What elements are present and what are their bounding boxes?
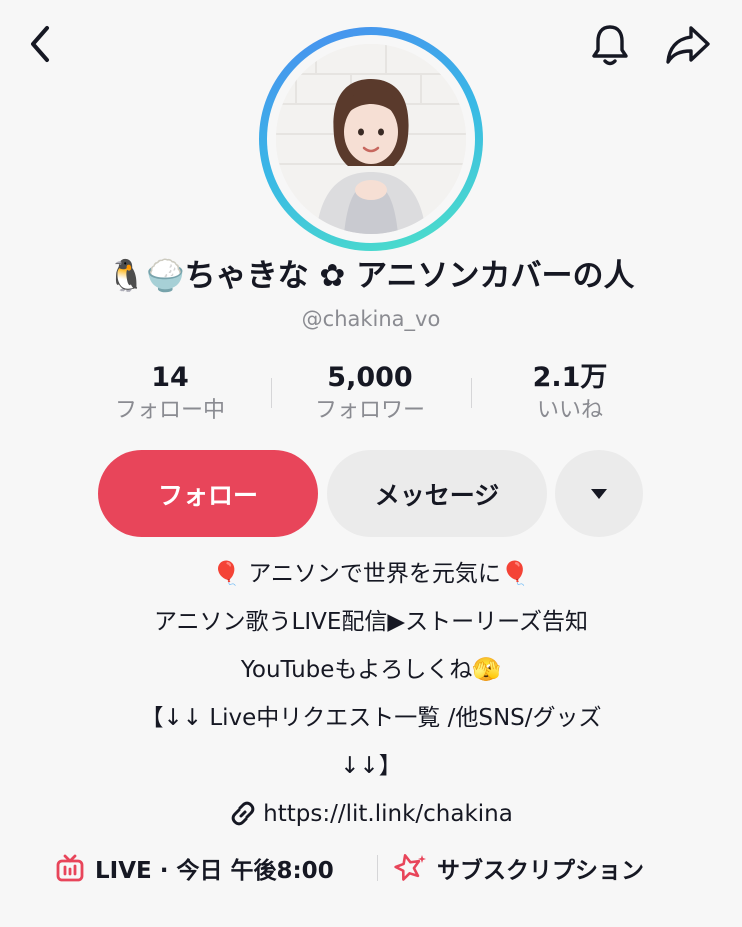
star-sparkle-icon [394, 854, 426, 881]
bottom-divider [377, 855, 378, 881]
caret-down-icon [591, 488, 607, 499]
following-label: フォロー中 [114, 398, 225, 423]
bio-line: アニソン歌うLIVE配信▶ストーリーズ告知 [154, 609, 588, 635]
username-handle: @chakina_vo [301, 307, 441, 331]
likes-count: 2.1万 [532, 362, 608, 393]
likes-label: いいね [536, 398, 603, 423]
live-schedule[interactable]: LIVE · 今日 午後8:00 [55, 845, 334, 891]
more-options-button[interactable] [555, 450, 643, 537]
following-stat[interactable]: 14 フォロー中 [70, 360, 270, 426]
live-label: LIVE · 今日 午後8:00 [95, 858, 334, 884]
subscription-link[interactable]: サブスクリプション [393, 845, 644, 891]
bio-line: ↓↓】 [340, 753, 402, 779]
tv-icon [56, 854, 84, 882]
link-icon [231, 801, 255, 826]
share-button[interactable] [662, 20, 714, 70]
followers-stat[interactable]: 5,000 フォロワー [270, 360, 470, 426]
bio-line: 【↓↓ Live中リクエスト一覧 /他SNS/グッズ [140, 705, 602, 731]
avatar [276, 44, 466, 234]
message-button[interactable]: メッセージ [327, 450, 547, 537]
avatar-photo [276, 44, 466, 234]
bell-icon [592, 25, 628, 66]
notifications-button[interactable] [585, 20, 635, 70]
follow-button[interactable]: フォロー [98, 450, 318, 537]
bottom-row: LIVE · 今日 午後8:00 サブスクリプション [0, 845, 742, 891]
display-name: 🐧🍚ちゃきな ✿ アニソンカバーの人 [107, 258, 635, 294]
followers-label: フォロワー [314, 398, 425, 423]
avatar-ring[interactable] [259, 27, 483, 251]
back-button[interactable] [18, 22, 62, 66]
subscription-label: サブスクリプション [437, 858, 644, 884]
stats-row: 14 フォロー中 5,000 フォロワー 2.1万 いいね [0, 360, 742, 430]
bio-link[interactable]: https://lit.link/chakina [0, 790, 742, 838]
followers-count: 5,000 [327, 362, 413, 393]
bio-line: 🎈 アニソンで世界を元気に🎈 [212, 561, 530, 587]
share-arrow-icon [666, 26, 710, 64]
bio: 🎈 アニソンで世界を元気に🎈 アニソン歌うLIVE配信▶ストーリーズ告知 You… [0, 550, 742, 838]
following-count: 14 [151, 362, 189, 393]
avatar-gap [267, 35, 475, 243]
chevron-left-icon [31, 26, 49, 62]
bio-line: YouTubeもよろしくね🫣 [240, 657, 502, 683]
bio-link-text: https://lit.link/chakina [263, 801, 513, 827]
likes-stat[interactable]: 2.1万 いいね [470, 360, 670, 426]
